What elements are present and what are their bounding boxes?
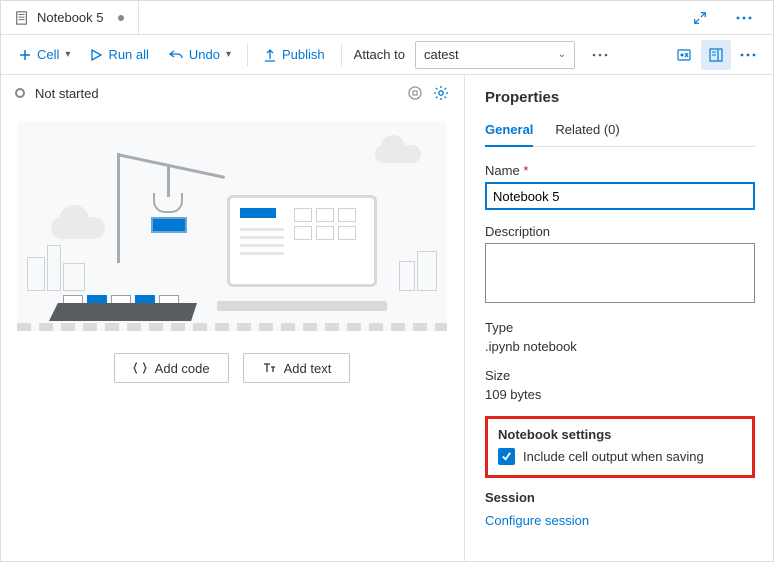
include-output-checkbox[interactable]: [498, 448, 515, 465]
divider: [247, 44, 248, 66]
attach-to-select[interactable]: catest ⌄: [415, 41, 575, 69]
size-label: Size: [485, 368, 755, 383]
session-head: Session: [485, 490, 755, 505]
configure-session-link[interactable]: Configure session: [485, 513, 589, 528]
add-text-button[interactable]: Add text: [243, 353, 351, 383]
notebook-icon: [15, 11, 29, 25]
add-code-button[interactable]: Add code: [114, 353, 229, 383]
expand-icon[interactable]: [685, 3, 715, 33]
text-icon: [262, 362, 276, 374]
notebook-settings-highlight: Notebook settings Include cell output wh…: [485, 416, 755, 478]
size-value: 109 bytes: [485, 387, 755, 402]
settings-gear-icon[interactable]: [433, 85, 449, 101]
divider: [341, 44, 342, 66]
properties-panel-icon[interactable]: [701, 40, 731, 70]
name-input[interactable]: [485, 182, 755, 210]
description-label: Description: [485, 224, 755, 239]
tab-related[interactable]: Related (0): [555, 122, 619, 146]
run-all-button[interactable]: Run all: [82, 41, 156, 69]
properties-title: Properties: [485, 89, 755, 106]
attach-to-label: Attach to: [354, 47, 405, 62]
name-label: Name *: [485, 163, 755, 178]
tab-general[interactable]: General: [485, 122, 533, 147]
description-textarea[interactable]: [485, 243, 755, 303]
type-value: .ipynb notebook: [485, 339, 755, 354]
add-text-label: Add text: [284, 361, 332, 376]
publish-label: Publish: [282, 47, 325, 62]
attach-value: catest: [424, 47, 459, 62]
include-output-label: Include cell output when saving: [523, 449, 704, 464]
chevron-down-icon: ⌄: [558, 49, 566, 60]
empty-state-illustration: [17, 121, 447, 331]
notebook-tab[interactable]: Notebook 5: [1, 1, 139, 35]
status-indicator-icon: [15, 88, 25, 98]
toolbar-more-icon[interactable]: [585, 40, 615, 70]
status-text: Not started: [35, 86, 99, 101]
cell-label: Cell: [37, 47, 59, 62]
variables-icon[interactable]: [669, 40, 699, 70]
undo-button[interactable]: Undo ▾: [161, 41, 239, 69]
undo-label: Undo: [189, 47, 220, 62]
braces-icon: [133, 362, 147, 374]
chevron-down-icon: ▾: [226, 49, 231, 60]
panel-more-icon[interactable]: [733, 40, 763, 70]
type-label: Type: [485, 320, 755, 335]
chevron-down-icon: ▾: [65, 49, 70, 60]
outline-icon[interactable]: [407, 85, 423, 101]
tab-more-icon[interactable]: [729, 3, 759, 33]
add-code-label: Add code: [155, 361, 210, 376]
publish-button[interactable]: Publish: [256, 41, 333, 69]
unsaved-indicator-icon: [118, 15, 124, 21]
notebook-settings-head: Notebook settings: [498, 427, 742, 442]
tab-title: Notebook 5: [37, 10, 104, 25]
add-cell-button[interactable]: Cell ▾: [11, 41, 78, 69]
run-all-label: Run all: [108, 47, 148, 62]
